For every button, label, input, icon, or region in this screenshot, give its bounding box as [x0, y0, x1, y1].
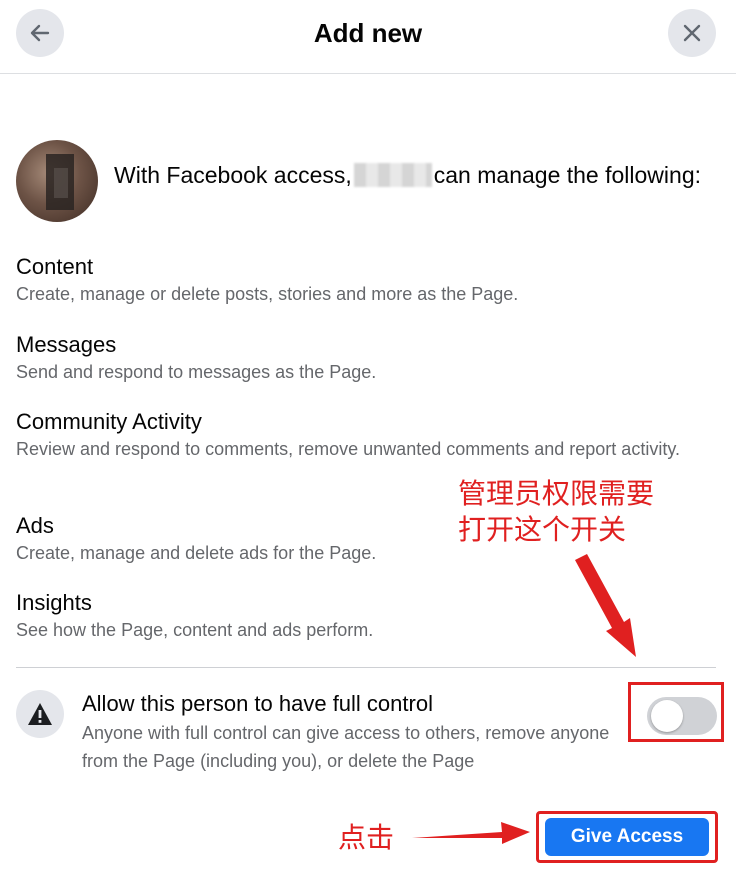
click-annotation: 点击 — [338, 821, 395, 854]
warning-icon — [28, 703, 52, 725]
permission-title: Community Activity — [16, 409, 202, 434]
permission-title: Insights — [16, 590, 92, 615]
permission-title: Messages — [16, 332, 117, 357]
permission-content: Content Create, manage or delete posts, … — [16, 253, 716, 308]
intro-text-before: With Facebook access, — [114, 162, 352, 188]
full-control-title: Allow this person to have full control — [82, 691, 433, 716]
give-access-button[interactable]: Give Access — [545, 818, 709, 856]
intro-text: With Facebook access, can manage the foll… — [114, 162, 701, 189]
dialog-header: Add new — [0, 0, 736, 74]
close-icon — [683, 24, 701, 42]
warning-badge — [16, 690, 64, 738]
permission-messages: Messages Send and respond to messages as… — [16, 331, 716, 386]
dialog-title: Add new — [313, 18, 423, 48]
full-control-toggle[interactable] — [647, 697, 717, 735]
divider — [16, 667, 716, 668]
toggle-highlight-box — [628, 682, 724, 742]
toggle-annotation: 管理员权限需要打开这个开关 — [458, 477, 655, 546]
permission-title: Content — [16, 254, 94, 279]
close-button[interactable] — [668, 9, 716, 57]
intro-text-after: can manage the following: — [433, 162, 701, 188]
toggle-knob — [651, 700, 683, 732]
permission-description: Review and respond to comments, remove u… — [16, 439, 680, 459]
redacted-name — [353, 163, 432, 187]
permission-description: Create, manage or delete posts, stories … — [16, 284, 519, 304]
give-access-highlight-box: Give Access — [536, 811, 718, 863]
permission-insights: Insights See how the Page, content and a… — [16, 589, 716, 644]
arrow-to-button — [412, 822, 530, 844]
permission-description: Send and respond to messages as the Page… — [16, 362, 377, 382]
access-intro: With Facebook access, can manage the foll… — [16, 140, 728, 222]
permission-description: See how the Page, content and ads perfor… — [16, 620, 374, 640]
full-control-description: Anyone with full control can give access… — [82, 723, 610, 771]
permission-community-activity: Community Activity Review and respond to… — [16, 408, 716, 463]
avatar — [16, 140, 98, 222]
